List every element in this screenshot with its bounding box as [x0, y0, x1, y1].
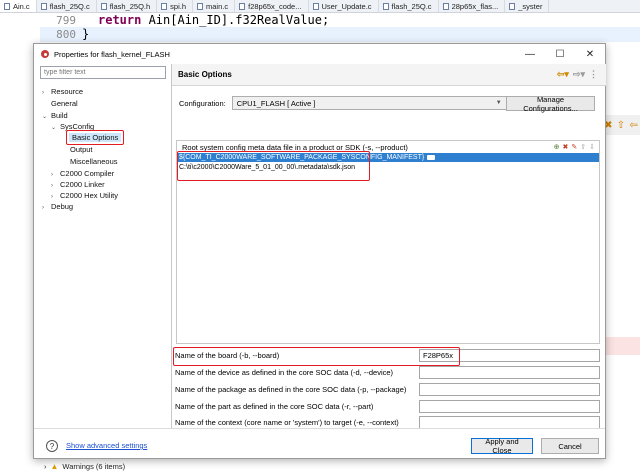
expand-arrow-icon[interactable]: ›: [51, 194, 60, 200]
show-advanced-settings-link[interactable]: Show advanced settings: [66, 441, 147, 450]
close-button[interactable]: ✕: [575, 44, 605, 64]
highlight-box: [173, 347, 460, 366]
chevron-down-icon: ▼: [495, 100, 502, 106]
editor-tab[interactable]: flash_25Q.h: [97, 0, 158, 12]
tree-item-build[interactable]: ⌄ Build: [42, 111, 68, 120]
inline-edit-icon: [427, 155, 436, 160]
part-label: Name of the part as defined in the core …: [175, 402, 374, 411]
sash-divider[interactable]: [171, 64, 172, 429]
line-number: 799: [56, 14, 76, 27]
code-text: Ain[Ain_ID].f32RealValue;: [141, 13, 330, 27]
device-input[interactable]: [419, 366, 600, 379]
cancel-button[interactable]: Cancel: [541, 438, 599, 454]
c-file-icon: [442, 2, 449, 10]
expand-arrow-icon[interactable]: ›: [42, 205, 51, 211]
expand-arrow-icon[interactable]: ›: [51, 183, 60, 189]
editor-tab-strip: Ain.c flash_25Q.c flash_25Q.h spi.h main…: [0, 0, 640, 13]
tree-item-output[interactable]: Output: [70, 145, 93, 154]
device-field-row: Name of the device as defined in the cor…: [175, 366, 601, 379]
warnings-label: Warnings (6 items): [62, 462, 126, 471]
problems-view-row[interactable]: › ▲ Warnings (6 items): [0, 458, 640, 475]
error-band: [600, 337, 640, 355]
c-file-icon: [382, 2, 389, 10]
tree-item-c2000-linker[interactable]: › C2000 Linker: [51, 180, 105, 189]
forward-arrow-icon[interactable]: ⇨▾: [573, 69, 585, 80]
tree-item-c2000-compiler[interactable]: › C2000 Compiler: [51, 169, 114, 178]
move-down-icon[interactable]: ⇩: [589, 143, 595, 151]
back-arrow-icon[interactable]: ⇦▾: [557, 69, 569, 80]
minimize-button[interactable]: —: [515, 44, 545, 64]
c-file-icon: [239, 2, 246, 10]
code-keyword: return: [98, 13, 142, 27]
editor-tab[interactable]: spi.h: [157, 0, 194, 12]
collapse-arrow-icon[interactable]: ⌄: [51, 124, 60, 131]
part-field-row: Name of the part as defined in the core …: [175, 400, 601, 413]
delete-icon[interactable]: ✖: [563, 143, 569, 151]
device-label: Name of the device as defined in the cor…: [175, 368, 394, 377]
context-label: Name of the context (core name or 'syste…: [175, 418, 399, 427]
code-editor[interactable]: 799 return Ain[Ain_ID].f32RealValue; 800…: [0, 13, 640, 43]
warning-icon: ▲: [50, 462, 59, 471]
expand-arrow-icon[interactable]: ›: [51, 172, 60, 178]
ccs-app-icon: [41, 50, 49, 58]
filter-input[interactable]: [40, 66, 166, 79]
dialog-titlebar: Properties for flash_kernel_FLASH — ☐ ✕: [34, 44, 605, 64]
code-line: return Ain[Ain_ID].f32RealValue;: [98, 13, 329, 27]
manage-configurations-button[interactable]: Manage Configurations...: [506, 95, 595, 113]
c-file-icon: [197, 2, 204, 10]
apply-and-close-button[interactable]: Apply and Close: [471, 437, 533, 455]
tree-item-debug[interactable]: › Debug: [42, 202, 73, 211]
properties-dialog: Properties for flash_kernel_FLASH — ☐ ✕ …: [33, 43, 606, 459]
footer-divider: [34, 428, 605, 429]
file-icon: [509, 2, 516, 10]
collapse-arrow-icon[interactable]: ⌄: [42, 113, 51, 120]
editor-tab[interactable]: 28p65x_flas...: [439, 0, 506, 12]
tree-item-basic-options[interactable]: Basic Options: [66, 130, 125, 145]
editor-tab[interactable]: flash_25Q.c: [379, 0, 439, 12]
tree-item-resource[interactable]: › Resource: [42, 87, 83, 96]
c-file-icon: [312, 2, 319, 10]
editor-toolbar-fragment: ✖ ⇧ ⇦: [602, 115, 640, 135]
line-number: 800: [56, 28, 76, 41]
editor-tab[interactable]: User_Update.c: [309, 0, 379, 12]
c-file-icon: [40, 2, 47, 10]
c-file-icon: [4, 2, 10, 10]
editor-tab[interactable]: flash_25Q.c: [37, 0, 97, 12]
package-label: Name of the package as defined in the co…: [175, 385, 407, 394]
arrow-up-icon[interactable]: ⇧: [617, 120, 625, 131]
page-title: Basic Options: [178, 70, 232, 79]
move-up-icon[interactable]: ⇧: [580, 143, 586, 151]
tree-item-miscellaneous[interactable]: Miscellaneous: [70, 157, 118, 166]
page-header: Basic Options ⇦▾ ⇨▾ ⋮: [172, 64, 606, 86]
editor-tab[interactable]: Ain.c: [0, 0, 37, 12]
configuration-select[interactable]: CPU1_FLASH [ Active ] ▼: [231, 96, 507, 110]
highlight-box: [177, 151, 370, 181]
help-icon[interactable]: ?: [46, 440, 58, 452]
editor-tab[interactable]: main.c: [193, 0, 236, 12]
view-menu-icon[interactable]: ⋮: [589, 69, 598, 80]
edit-icon[interactable]: ✎: [571, 143, 577, 151]
current-line-highlight: [40, 27, 640, 42]
package-input[interactable]: [419, 383, 600, 396]
configuration-label: Configuration:: [179, 98, 226, 108]
h-file-icon: [100, 2, 107, 10]
expand-arrow-icon[interactable]: ›: [44, 462, 47, 471]
add-icon[interactable]: ⊕: [554, 143, 560, 151]
maximize-button[interactable]: ☐: [545, 44, 575, 64]
editor-tab[interactable]: f28p65x_code...: [235, 0, 309, 12]
arrow-left-icon[interactable]: ⇦: [629, 120, 637, 131]
code-line: }: [82, 27, 90, 41]
dialog-title: Properties for flash_kernel_FLASH: [54, 49, 170, 59]
tree-item-general[interactable]: General: [51, 99, 78, 108]
h-file-icon: [161, 2, 168, 10]
editor-tab[interactable]: _syster: [505, 0, 550, 12]
package-field-row: Name of the package as defined in the co…: [175, 383, 601, 396]
expand-arrow-icon[interactable]: ›: [42, 90, 51, 96]
tree-item-c2000-hex-utility[interactable]: › C2000 Hex Utility: [51, 191, 118, 200]
part-input[interactable]: [419, 400, 600, 413]
configuration-row: Configuration: CPU1_FLASH [ Active ] ▼: [179, 96, 507, 110]
